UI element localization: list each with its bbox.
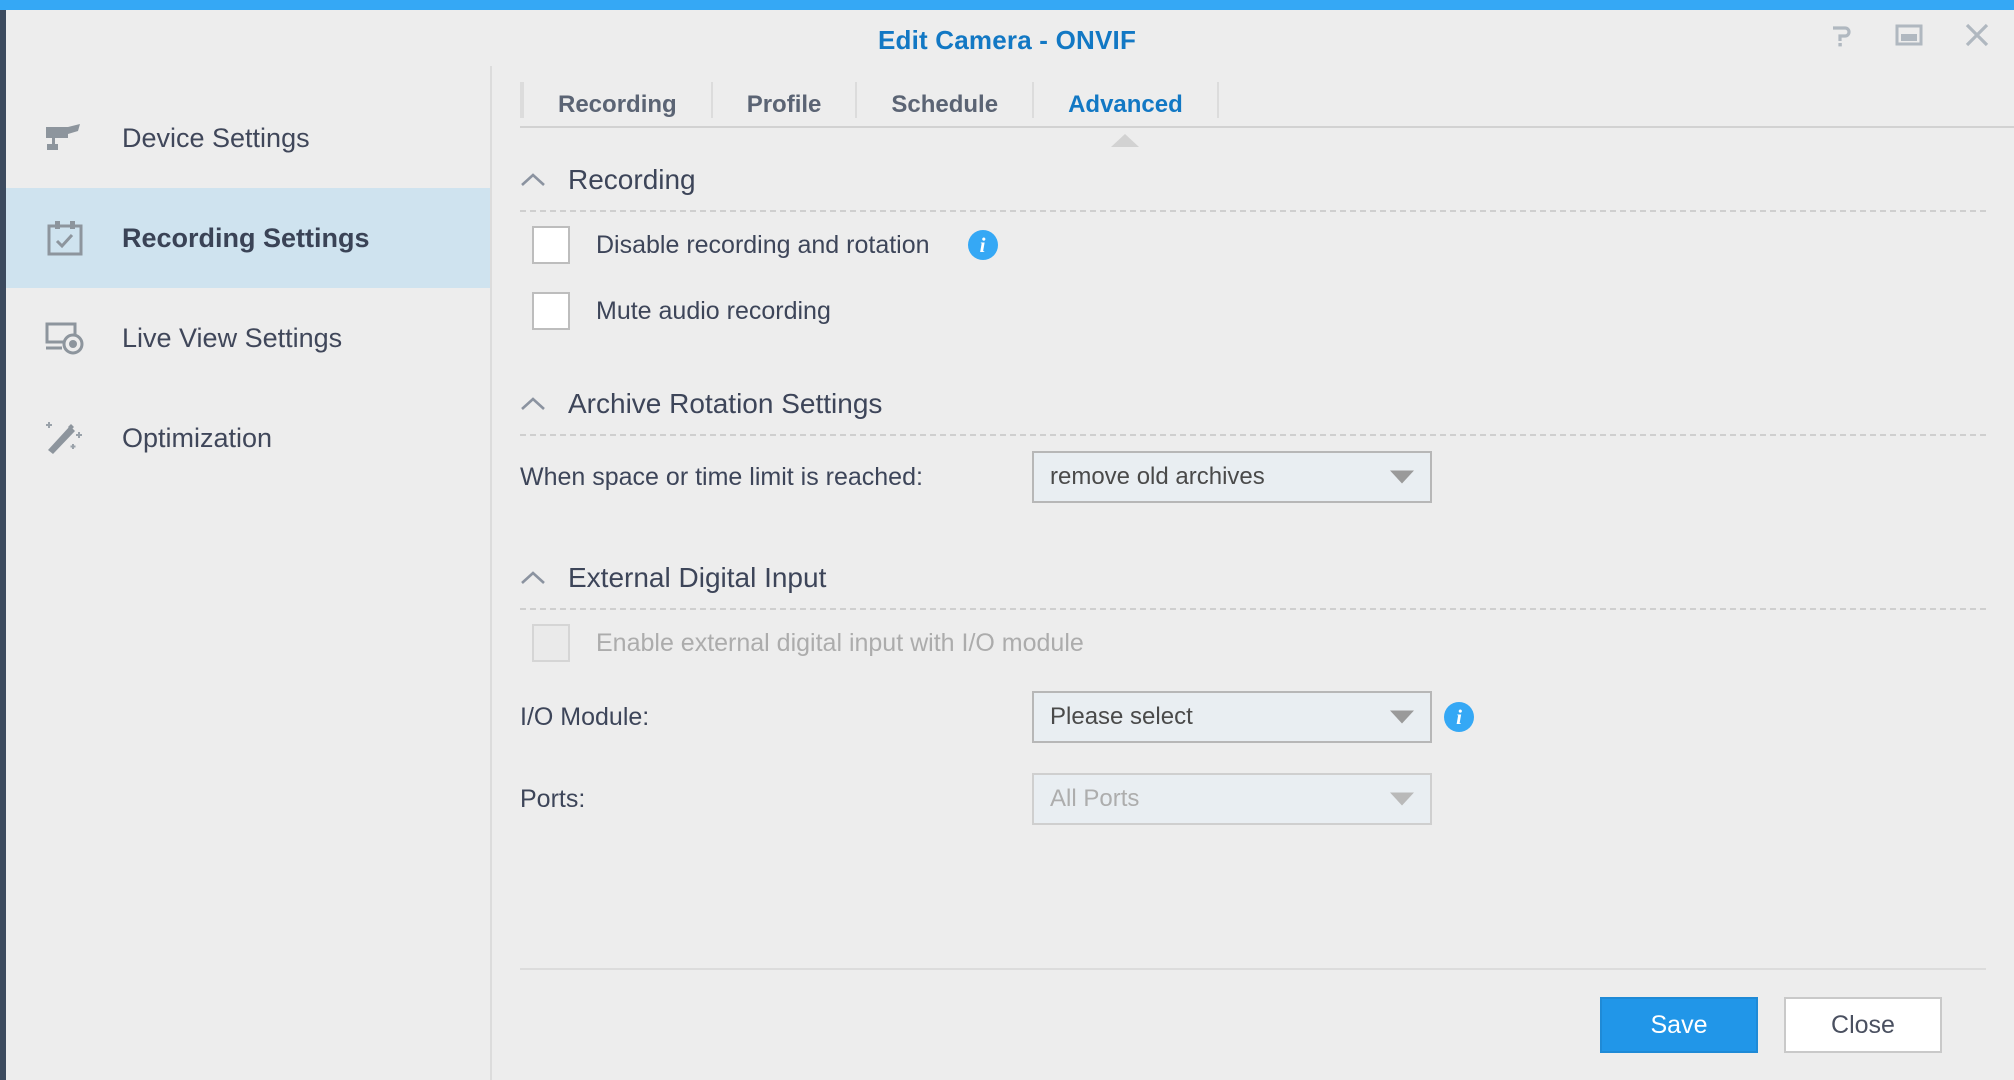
tab-advanced[interactable]: Advanced: [1034, 82, 1217, 128]
select-rotation-action[interactable]: remove old archives: [1032, 451, 1432, 503]
page-title: Edit Camera - ONVIF: [0, 25, 2014, 56]
sidebar: Device Settings Recording Settings: [0, 66, 492, 1080]
info-icon[interactable]: i: [968, 230, 998, 260]
advanced-settings-pane: Recording Disable recording and rotation…: [492, 128, 2014, 968]
restore-icon[interactable]: [1894, 20, 1924, 50]
chevron-down-icon: [1390, 711, 1414, 724]
window-controls: [1826, 20, 1992, 50]
section-title: Archive Rotation Settings: [568, 388, 882, 420]
sidebar-item-optimization[interactable]: Optimization: [0, 388, 490, 488]
close-button[interactable]: Close: [1784, 997, 1942, 1053]
monitor-record-icon: [44, 317, 86, 359]
field-label: Ports:: [520, 785, 1032, 814]
checkbox-row-mute-audio: Mute audio recording: [520, 278, 2014, 344]
spacer: [492, 344, 2014, 378]
sidebar-item-label: Recording Settings: [122, 223, 370, 254]
field-row-space-time-limit: When space or time limit is reached: rem…: [520, 436, 2014, 518]
checkbox-enable-external-digital-input: [532, 624, 570, 662]
checkbox-label: Mute audio recording: [596, 297, 831, 326]
dialog-footer: Save Close: [520, 968, 1986, 1080]
window-left-edge: [0, 10, 6, 1080]
section-header-recording[interactable]: Recording: [520, 154, 2014, 202]
field-row-ports: Ports: All Ports: [520, 758, 2014, 840]
tab-recording[interactable]: Recording: [524, 82, 711, 128]
window-accent-bar: [0, 0, 2014, 10]
sidebar-item-recording-settings[interactable]: Recording Settings: [0, 188, 490, 288]
camera-icon: [44, 117, 86, 159]
edit-camera-dialog: Edit Camera - ONVIF: [0, 0, 2014, 1080]
select-value: Please select: [1050, 703, 1193, 731]
info-icon[interactable]: i: [1444, 702, 1474, 732]
field-label: When space or time limit is reached:: [520, 463, 1032, 492]
checkbox-label: Enable external digital input with I/O m…: [596, 629, 1084, 658]
tab-profile[interactable]: Profile: [713, 82, 856, 128]
magic-wand-icon: [44, 417, 86, 459]
section-header-external-digital-input[interactable]: External Digital Input: [520, 552, 2014, 600]
tab-separator: [1217, 82, 1219, 118]
field-label: I/O Module:: [520, 703, 1032, 732]
checkbox-mute-audio-recording[interactable]: [532, 292, 570, 330]
tab-schedule[interactable]: Schedule: [857, 82, 1032, 128]
sidebar-item-live-view-settings[interactable]: Live View Settings: [0, 288, 490, 388]
chevron-up-icon: [520, 395, 546, 413]
chevron-up-icon: [520, 569, 546, 587]
section-title: External Digital Input: [568, 562, 826, 594]
spacer: [492, 518, 2014, 552]
chevron-down-icon: [1390, 471, 1414, 484]
help-icon[interactable]: [1826, 20, 1856, 50]
close-icon[interactable]: [1962, 20, 1992, 50]
sidebar-item-label: Optimization: [122, 423, 272, 454]
select-value: remove old archives: [1050, 463, 1265, 491]
chevron-down-icon: [1390, 793, 1414, 806]
save-button[interactable]: Save: [1600, 997, 1758, 1053]
title-bar: Edit Camera - ONVIF: [0, 10, 2014, 66]
calendar-check-icon: [44, 217, 86, 259]
checkbox-label: Disable recording and rotation: [596, 231, 930, 260]
select-value: All Ports: [1050, 785, 1139, 813]
tab-bar: Recording Profile Schedule Advanced: [492, 66, 2014, 128]
sidebar-item-label: Device Settings: [122, 123, 310, 154]
select-ports: All Ports: [1032, 773, 1432, 825]
section-header-archive-rotation[interactable]: Archive Rotation Settings: [520, 378, 2014, 426]
field-row-io-module: I/O Module: Please select i: [520, 676, 2014, 758]
dialog-body: Device Settings Recording Settings: [0, 66, 2014, 1080]
chevron-up-icon: [520, 171, 546, 189]
section-title: Recording: [568, 164, 696, 196]
sidebar-item-label: Live View Settings: [122, 323, 342, 354]
sidebar-item-device-settings[interactable]: Device Settings: [0, 88, 490, 188]
checkbox-row-enable-external-digital-input: Enable external digital input with I/O m…: [520, 610, 2014, 676]
checkbox-row-disable-recording: Disable recording and rotation i: [520, 212, 2014, 278]
checkbox-disable-recording-and-rotation[interactable]: [532, 226, 570, 264]
select-io-module[interactable]: Please select: [1032, 691, 1432, 743]
content-area: Recording Profile Schedule Advanced: [492, 66, 2014, 1080]
